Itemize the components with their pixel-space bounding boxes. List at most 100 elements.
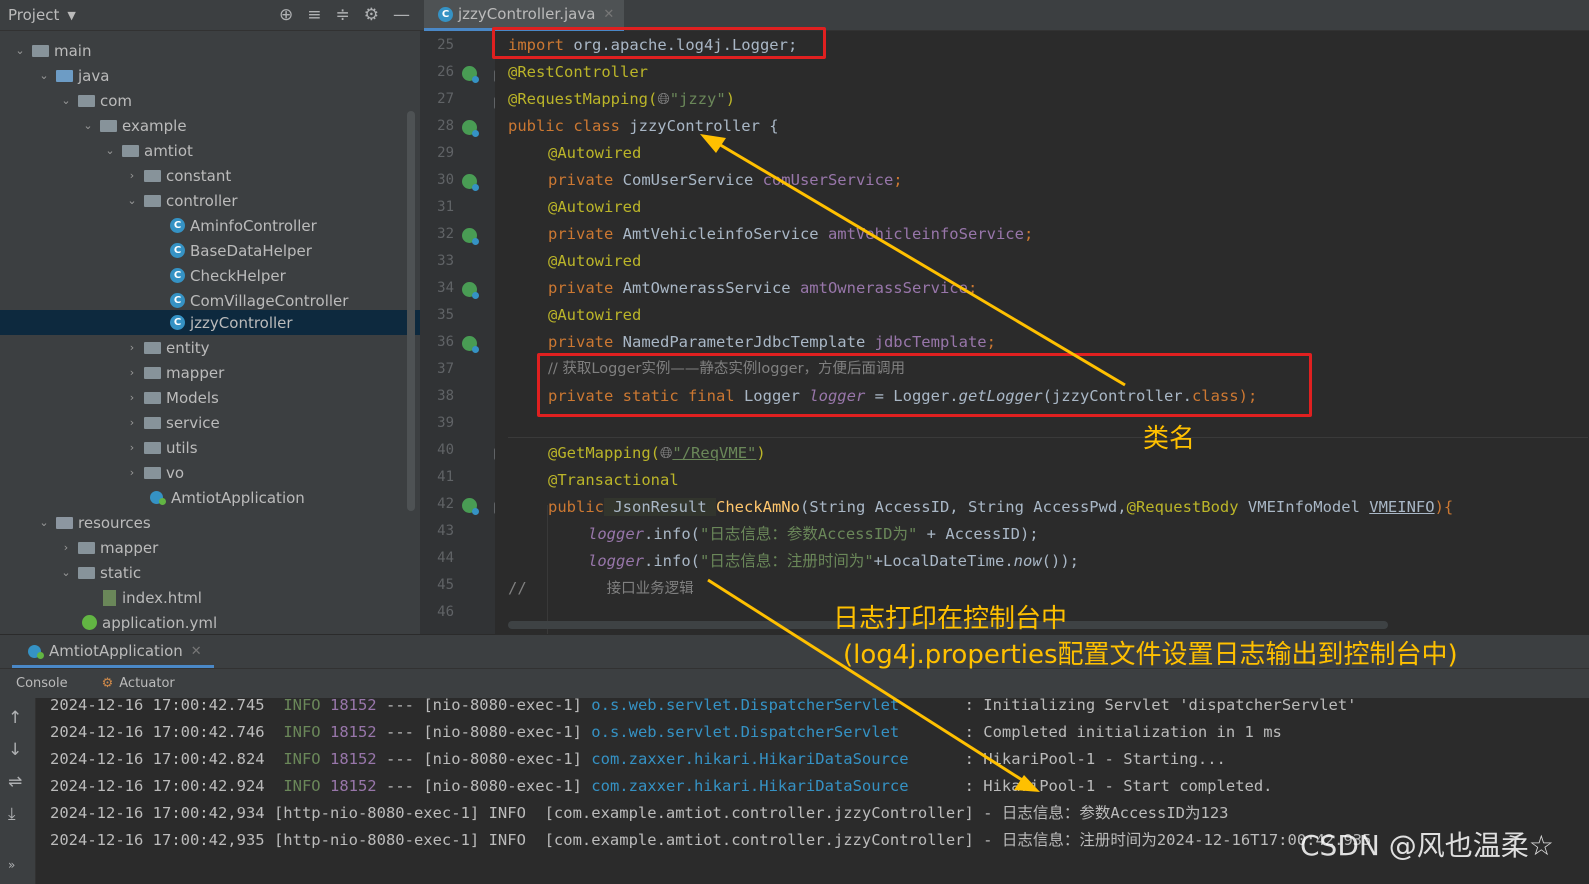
log-timestamp: 2024-12-16 17:00:42.745	[50, 698, 265, 714]
chevron-down-icon[interactable]: ⌄	[36, 516, 52, 529]
chevron-right-icon[interactable]: ›	[124, 466, 140, 479]
autowired-gutter-icon[interactable]	[462, 336, 479, 353]
code-token: CheckAmNo	[715, 498, 800, 516]
tree-node-label: com	[100, 91, 133, 110]
tree-node-models[interactable]: › Models	[0, 385, 408, 410]
chevron-down-icon[interactable]: ⌄	[124, 194, 140, 207]
expand-all-icon[interactable]: ≡	[307, 5, 321, 25]
globe-icon: 🌐︎	[657, 90, 670, 108]
tree-node-mapper[interactable]: › mapper	[0, 360, 408, 385]
line-number: 37	[437, 361, 454, 377]
tree-node-label: static	[100, 563, 142, 582]
project-panel-header: Project ▼ ⊕ ≡ ≑ ⚙ —	[0, 0, 420, 31]
code-token: @RequestMapping(	[508, 90, 658, 108]
tree-node-com[interactable]: ⌄ com	[0, 88, 408, 113]
chevron-down-icon[interactable]: ⌄	[58, 94, 74, 107]
tree-node-resources[interactable]: ⌄ resources	[0, 510, 408, 535]
tab-actuator[interactable]: ⚙ Actuator	[102, 676, 175, 691]
line-number: 43	[437, 523, 454, 539]
folder-icon	[32, 44, 49, 57]
tree-node-resources-mapper[interactable]: › mapper	[0, 535, 408, 560]
collapse-all-icon[interactable]: ≑	[336, 5, 350, 25]
chevron-down-icon[interactable]: ⌄	[58, 566, 74, 579]
project-view-selector[interactable]: Project	[8, 6, 59, 24]
code-token: AmtVehicleinfoService	[613, 225, 828, 243]
tree-node-service[interactable]: › service	[0, 410, 408, 435]
chevron-down-icon[interactable]: ⌄	[102, 144, 118, 157]
tree-node-checkhelper[interactable]: C CheckHelper	[0, 263, 408, 288]
chevron-down-icon[interactable]: ⌄	[80, 119, 96, 132]
autowired-gutter-icon[interactable]	[462, 282, 479, 299]
spring-bean-gutter-icon[interactable]	[462, 66, 479, 83]
tree-node-basedatahelper[interactable]: C BaseDataHelper	[0, 238, 408, 263]
tree-node-label: vo	[166, 463, 185, 482]
line-number: 41	[437, 469, 454, 485]
chevron-right-icon[interactable]: ›	[124, 416, 140, 429]
code-token: ){	[1434, 498, 1454, 516]
code-editor[interactable]: import org.apache.log4j.Logger; @RestCon…	[495, 31, 1589, 634]
chevron-right-icon[interactable]: ›	[124, 391, 140, 404]
log-timestamp: 2024-12-16 17:00:42.924	[50, 777, 265, 795]
tree-node-index-html[interactable]: index.html	[0, 585, 408, 610]
globe-icon: 🌐︎	[659, 444, 673, 462]
gear-icon[interactable]: ⚙	[364, 5, 379, 25]
tree-node-utils[interactable]: › utils	[0, 435, 408, 460]
spring-bean-gutter-icon[interactable]	[462, 120, 479, 137]
tree-node-label: AminfoController	[190, 216, 317, 235]
autowired-gutter-icon[interactable]	[462, 228, 479, 245]
line-number: 25	[437, 37, 454, 53]
soft-wrap-icon[interactable]: ⇌	[8, 772, 22, 792]
chevron-right-icon[interactable]: ›	[124, 341, 140, 354]
log-pid: 18152	[329, 750, 377, 768]
tree-node-constant[interactable]: › constant	[0, 163, 408, 188]
code-token: private	[548, 225, 614, 243]
locate-icon[interactable]: ⊕	[279, 5, 293, 25]
tree-node-amtiot[interactable]: ⌄ amtiot	[0, 138, 408, 163]
tree-node-label: utils	[166, 438, 198, 457]
highlight-box-logger	[537, 353, 1312, 417]
more-icon[interactable]: »	[8, 858, 15, 872]
chevron-down-icon[interactable]: ⌄	[12, 44, 28, 57]
tree-node-example[interactable]: ⌄ example	[0, 113, 408, 138]
line-number: 39	[437, 415, 454, 431]
autowired-gutter-icon[interactable]	[462, 174, 479, 191]
run-subtabs: Console ⚙ Actuator	[0, 668, 1589, 698]
tab-console[interactable]: Console	[14, 676, 70, 691]
tree-node-vo[interactable]: › vo	[0, 460, 408, 485]
chevron-down-icon[interactable]: ▼	[67, 9, 75, 22]
tree-node-application-yml[interactable]: application.yml	[0, 610, 408, 634]
code-token: AmtOwnerassService	[613, 279, 800, 297]
arrow-up-icon[interactable]: ↑	[8, 708, 22, 728]
run-tab-amtiotapplication[interactable]: AmtiotApplication ✕	[12, 637, 214, 668]
java-class-icon: C	[438, 6, 453, 22]
close-icon[interactable]: ✕	[603, 7, 614, 22]
yaml-file-icon	[82, 615, 97, 630]
scroll-to-end-icon[interactable]: ⤓	[8, 804, 16, 824]
package-icon	[144, 194, 161, 207]
annotation-class-name: 类名	[1143, 424, 1196, 454]
chevron-right-icon[interactable]: ›	[58, 541, 74, 554]
chevron-down-icon[interactable]: ⌄	[36, 69, 52, 82]
tree-scrollbar[interactable]	[407, 111, 415, 511]
close-icon[interactable]: ✕	[191, 644, 202, 659]
tree-node-jzzycontroller[interactable]: CjzzyController	[0, 310, 420, 335]
tree-node-main[interactable]: ⌄ main	[0, 38, 408, 63]
tree-node-java[interactable]: ⌄ java	[0, 63, 408, 88]
endpoint-gutter-icon[interactable]	[462, 498, 479, 515]
log-message: : HikariPool-1 - Starting...	[908, 750, 1226, 768]
tree-node-label: ComVillageController	[190, 291, 349, 310]
tree-node-aminfocontroller[interactable]: C AminfoController	[0, 213, 408, 238]
tree-node-amtiotapplication[interactable]: AmtiotApplication	[0, 485, 408, 510]
tree-node-label: controller	[166, 191, 238, 210]
chevron-right-icon[interactable]: ›	[124, 169, 140, 182]
chevron-right-icon[interactable]: ›	[124, 366, 140, 379]
chevron-right-icon[interactable]: ›	[124, 441, 140, 454]
arrow-down-icon[interactable]: ↓	[8, 740, 22, 760]
tab-actuator-label: Actuator	[119, 676, 175, 691]
source-folder-icon	[56, 69, 73, 82]
code-token: logger	[588, 525, 644, 543]
tree-node-static[interactable]: ⌄ static	[0, 560, 408, 585]
hide-icon[interactable]: —	[393, 5, 410, 25]
tree-node-controller[interactable]: ⌄ controller	[0, 188, 408, 213]
tree-node-entity[interactable]: › entity	[0, 335, 408, 360]
